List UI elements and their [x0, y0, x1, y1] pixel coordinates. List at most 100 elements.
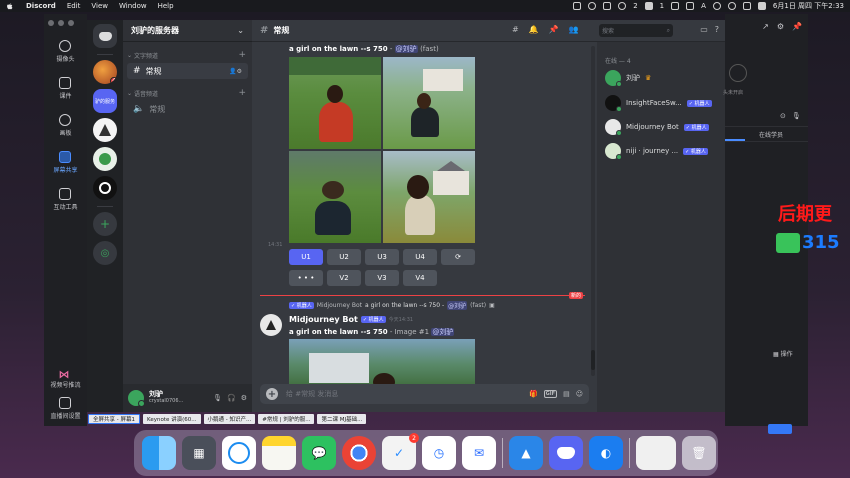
grid-image-2[interactable] [383, 57, 475, 149]
user-info[interactable]: 刘驴 crystal0706... [149, 391, 183, 404]
notification-bell-icon[interactable]: 🔔 [529, 25, 539, 34]
ticktick-icon[interactable]: ✓ 2 [382, 433, 419, 470]
sticker-icon[interactable]: ▤ [563, 390, 570, 398]
add-server-button[interactable]: + [93, 212, 117, 236]
bluetooth-icon[interactable] [712, 2, 721, 10]
member-item[interactable]: InsightFaceSw... ✓ 机器人 [605, 95, 712, 112]
variation-2-button[interactable]: V2 [327, 270, 361, 286]
inbox-icon[interactable]: ▭ [700, 25, 708, 34]
server-icon-green[interactable] [93, 147, 117, 171]
task-item[interactable]: Keynote 讲演(60... [142, 414, 201, 424]
member-item[interactable]: niji · journey ... ✓ 机器人 [605, 143, 708, 160]
search-icon[interactable] [742, 2, 751, 10]
operations-button[interactable]: ▦ 操作 [773, 349, 793, 358]
pin-icon[interactable]: 📌 [792, 22, 802, 31]
upscaled-image-preview[interactable] [289, 339, 475, 384]
task-item[interactable]: 小鹅通 - 知识产... [203, 414, 256, 424]
midjourney-avatar[interactable] [260, 314, 282, 336]
tab-active-indicator[interactable] [725, 127, 745, 141]
reply-reference[interactable]: ✓ 机器人 Midjourney Bot a girl on the lawn … [289, 301, 495, 310]
add-channel-icon[interactable]: + [238, 50, 246, 60]
variation-4-button[interactable]: V4 [403, 270, 437, 286]
control-center-icon[interactable] [757, 2, 766, 10]
classroom-screen-share[interactable]: 屏幕共享 [53, 151, 78, 174]
classroom-live-settings[interactable]: 直播间设置 [50, 397, 81, 420]
chrome-icon[interactable] [342, 436, 376, 470]
external-link-icon[interactable]: ↗ [762, 22, 769, 31]
upscale-4-button[interactable]: U4 [403, 249, 437, 265]
attach-plus-icon[interactable]: + [266, 388, 278, 400]
classroom-courseware[interactable]: 课件 [59, 77, 72, 100]
scrollbar-thumb[interactable] [591, 350, 595, 370]
member-item[interactable]: 刘驴 ♛ [605, 70, 651, 87]
finder-icon[interactable] [142, 436, 176, 470]
category-voice[interactable]: ⌄ 语音频道 + [123, 80, 252, 100]
task-item[interactable]: #常规 | 刘驴的服... [258, 414, 315, 424]
add-voice-channel-icon[interactable]: + [238, 88, 246, 98]
blue-action-button[interactable] [768, 424, 792, 434]
gif-icon[interactable]: GIF [543, 390, 558, 398]
upload-icon[interactable] [644, 2, 653, 10]
safari-icon[interactable] [222, 436, 256, 470]
server-header[interactable]: 刘驴的服务器 ⌄ [123, 20, 252, 42]
server-icon-current[interactable]: 驴的服务 [93, 89, 117, 113]
grid-image-1[interactable] [289, 57, 381, 149]
mention-user-2[interactable]: @刘驴 [431, 328, 455, 336]
status-count-icon[interactable] [618, 2, 627, 10]
keynote-icon[interactable]: ▲ [509, 436, 543, 470]
grid-image-3[interactable] [289, 151, 381, 243]
menu-edit[interactable]: Edit [67, 2, 81, 10]
notes-icon[interactable] [262, 436, 296, 470]
emoji-icon[interactable]: ☺ [576, 390, 583, 398]
deafen-icon[interactable]: 🎧 [227, 394, 236, 402]
classroom-palette[interactable]: 画板 [59, 114, 72, 137]
message-list[interactable]: a girl on the lawn --s 750 - @刘驴 (fast) … [252, 42, 597, 384]
member-list-icon[interactable]: 👥 [569, 25, 579, 34]
classroom-camera[interactable]: 摄像头 [56, 40, 75, 63]
upscale-2-button[interactable]: U2 [327, 249, 361, 265]
message-composer[interactable]: + 给 #常规 发消息 🎁 GIF ▤ ☺ [260, 384, 589, 404]
server-icon-openai[interactable] [93, 176, 117, 200]
user-avatar[interactable] [128, 390, 145, 407]
record-icon[interactable] [588, 2, 597, 10]
invite-settings-icons[interactable]: 👤⚙ [229, 68, 242, 75]
screen-icon[interactable] [573, 2, 582, 10]
composer-placeholder[interactable]: 给 #常规 发消息 [286, 389, 338, 399]
settings-gear-icon[interactable]: ⚙ [777, 22, 784, 31]
mention-user[interactable]: @刘驴 [394, 45, 418, 53]
classroom-video-stream[interactable]: ⋈ 视频号推流 [50, 369, 80, 389]
help-icon[interactable]: ? [715, 25, 719, 34]
author-name[interactable]: Midjourney Bot [289, 315, 358, 324]
reroll-button[interactable]: ⟳ [441, 249, 475, 265]
upscale-3-button[interactable]: U3 [365, 249, 399, 265]
task-item[interactable]: 第二课 MJ基础... [317, 414, 367, 424]
feishu-icon[interactable]: ✉ [462, 436, 496, 470]
minimize-window-button[interactable] [58, 20, 64, 26]
scrollbar-track[interactable] [591, 46, 595, 376]
discord-home-button[interactable] [93, 24, 117, 48]
apple-icon[interactable] [6, 2, 14, 10]
tab-online-students[interactable]: 在线学员 [759, 130, 783, 139]
server-icon-sunset[interactable]: 4 [93, 60, 117, 84]
user-settings-gear-icon[interactable]: ⚙ [241, 394, 247, 402]
menu-view[interactable]: View [91, 2, 108, 10]
menu-app-name[interactable]: Discord [26, 2, 56, 10]
explore-servers-button[interactable]: ◎ [93, 241, 117, 265]
menu-window[interactable]: Window [119, 2, 147, 10]
search-input[interactable]: 搜索 ⌕ [599, 24, 673, 37]
threads-icon[interactable]: # [512, 25, 519, 34]
dropbox-icon[interactable] [671, 2, 680, 10]
wifi-icon[interactable] [727, 2, 736, 10]
member-item[interactable]: Midjourney Bot ✓ 机器人 [605, 119, 709, 136]
zoom-window-button[interactable] [68, 20, 74, 26]
input-method-icon[interactable] [686, 2, 695, 10]
channel-text-general[interactable]: # 常规 👤⚙ [127, 63, 248, 79]
lark-icon[interactable]: ◐ [589, 436, 623, 470]
grid-image-4[interactable] [383, 151, 475, 243]
wechat-icon[interactable]: 💬 [302, 436, 336, 470]
trash-icon[interactable]: 🗑 [682, 436, 716, 470]
launchpad-icon[interactable]: ▦ [182, 436, 216, 470]
pin-icon[interactable]: 📌 [549, 25, 559, 34]
image-grid[interactable] [289, 57, 475, 243]
task-item[interactable]: 全屏共享 - 屏幕1 [88, 414, 140, 424]
